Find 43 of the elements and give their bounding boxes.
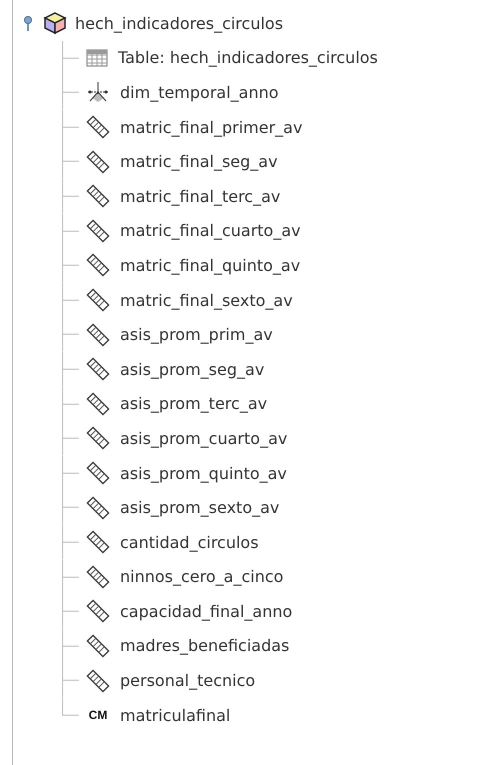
calculated-member-icon: CM	[86, 708, 110, 722]
tree-item[interactable]: asis_prom_sexto_av	[120, 498, 280, 518]
tree-connector	[62, 421, 79, 456]
tree-item[interactable]: dim_temporal_anno	[120, 82, 279, 102]
tree-item[interactable]: Table: hech_indicadores_circulos	[118, 48, 378, 68]
tree-item[interactable]: matric_final_terc_av	[120, 186, 280, 206]
axes-icon	[86, 80, 110, 104]
table-icon	[86, 48, 108, 67]
tree-connector	[62, 628, 79, 664]
tree-item[interactable]: asis_prom_prim_av	[120, 325, 273, 344]
tree-item[interactable]: matric_final_seg_av	[120, 152, 278, 172]
tree-item[interactable]: ninnos_cero_a_cinco	[120, 567, 284, 586]
tree-item[interactable]: personal_tecnico	[120, 671, 256, 690]
cube-label[interactable]: hech_indicadores_circulos	[75, 14, 284, 33]
tree-connector	[62, 594, 79, 629]
tree-connector	[62, 456, 79, 490]
tree-item[interactable]: asis_prom_seg_av	[120, 360, 264, 379]
tree-item[interactable]: matric_final_sexto_av	[120, 290, 293, 310]
tree-connector	[62, 110, 79, 144]
tree-item[interactable]: asis_prom_terc_av	[120, 394, 268, 414]
tree-connector	[62, 178, 79, 214]
tree-item[interactable]: matric_final_primer_av	[120, 118, 302, 137]
tree-item[interactable]: madres_beneficiadas	[120, 636, 290, 656]
tree-connector	[62, 282, 79, 318]
tree-connector	[62, 386, 79, 422]
tree-connector	[62, 40, 79, 76]
tree-connector	[62, 352, 79, 387]
tree-connector	[62, 560, 79, 594]
tree-item[interactable]: asis_prom_quinto_av	[120, 464, 287, 483]
tree-item[interactable]: matric_final_cuarto_av	[120, 221, 301, 240]
cube-icon	[43, 11, 67, 36]
tree-item[interactable]: cantidad_circulos	[120, 532, 259, 552]
tree-item[interactable]: asis_prom_cuarto_av	[120, 428, 288, 448]
tree-connector	[62, 248, 79, 283]
tree-item[interactable]: matriculafinal	[120, 706, 230, 725]
tree-connector	[62, 214, 79, 248]
tree-item[interactable]: matric_final_quinto_av	[120, 256, 300, 275]
tree-item[interactable]: capacidad_final_anno	[120, 602, 292, 621]
tree-connector	[62, 524, 79, 560]
tree-connector	[62, 75, 79, 110]
tree-connector	[62, 490, 79, 525]
tree-connector	[62, 144, 79, 179]
tree-connector	[62, 317, 79, 352]
